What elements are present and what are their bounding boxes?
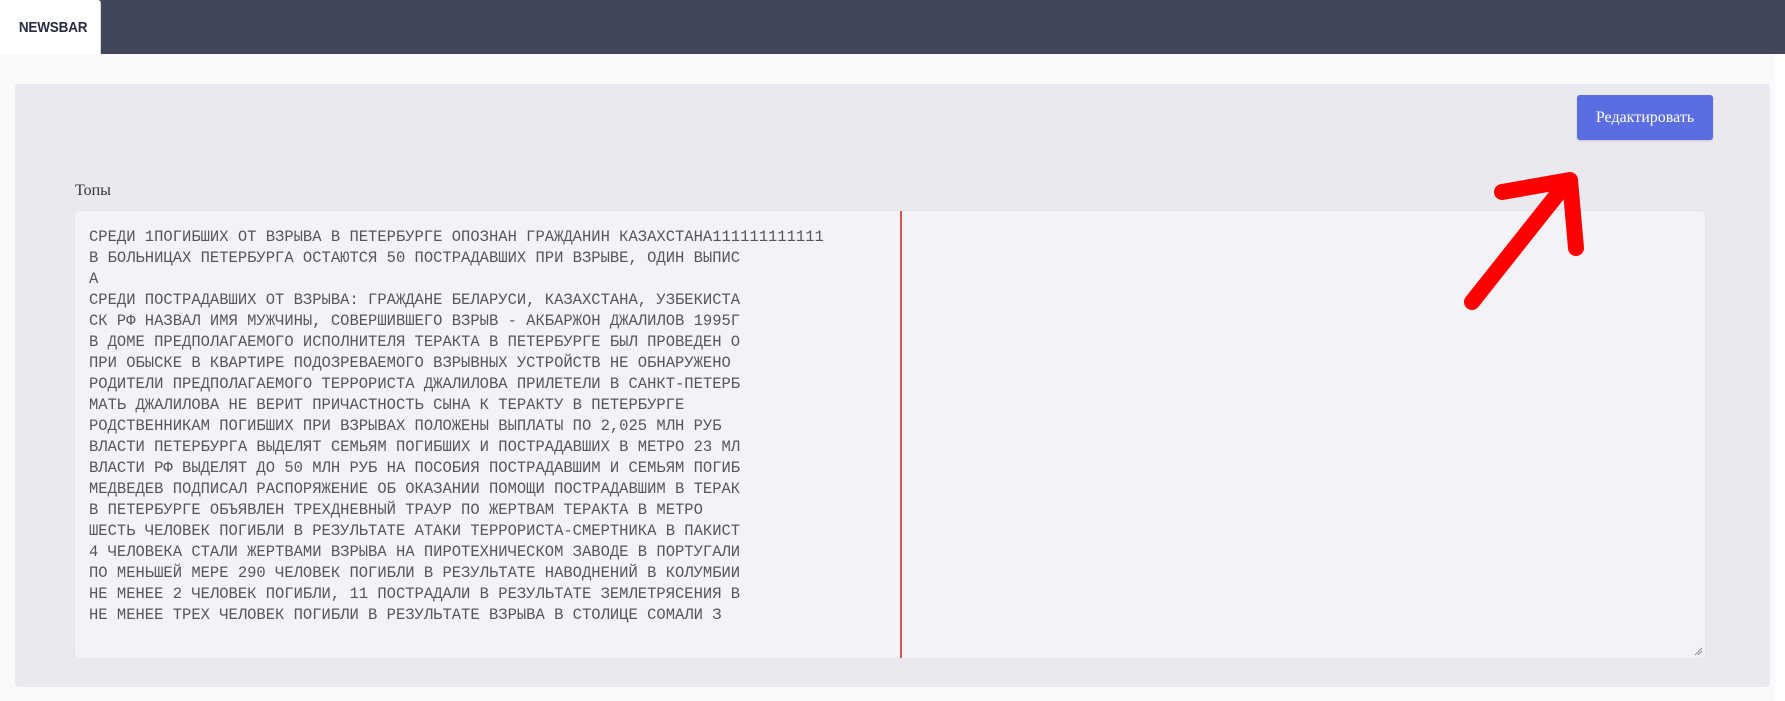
page-scrollbar[interactable] [1775, 54, 1785, 701]
tab-newsbar-label: NEWSBAR [18, 18, 88, 36]
textarea-line: СРЕДИ 1ПОГИБШИХ ОТ ВЗРЫВА В ПЕТЕРБУРГЕ О… [89, 228, 824, 246]
textarea-line: ШЕСТЬ ЧЕЛОВЕК ПОГИБЛИ В РЕЗУЛЬТАТЕ АТАКИ… [89, 522, 741, 540]
textarea-line: РОДИТЕЛИ ПРЕДПОЛАГАЕМОГО ТЕРРОРИСТА ДЖАЛ… [89, 375, 741, 393]
textarea-line: СК РФ НАЗВАЛ ИМЯ МУЖЧИНЫ, СОВЕРШИВШЕГО В… [89, 312, 741, 330]
red-arrow-icon [1464, 172, 1584, 310]
textarea-line: В ПЕТЕРБУРГЕ ОБЪЯВЛЕН ТРЕХДНЕВНЫЙ ТРАУР … [89, 501, 703, 519]
textarea-line: НЕ МЕНЕЕ ТРЕХ ЧЕЛОВЕК ПОГИБЛИ В РЕЗУЛЬТА… [89, 606, 722, 624]
edit-button[interactable]: Редактировать [1577, 95, 1713, 140]
textarea-line: НЕ МЕНЕЕ 2 ЧЕЛОВЕК ПОГИБЛИ, 11 ПОСТРАДАЛ… [89, 585, 741, 603]
textarea-line: ПО МЕНЬШЕЙ МЕРЕ 290 ЧЕЛОВЕК ПОГИБЛИ В РЕ… [89, 564, 741, 582]
tops-field-label: Топы [75, 182, 111, 199]
textarea-line: В ДОМЕ ПРЕДПОЛАГАЕМОГО ИСПОЛНИТЕЛЯ ТЕРАК… [89, 333, 741, 351]
textarea-line: МЕДВЕДЕВ ПОДПИСАЛ РАСПОРЯЖЕНИЕ ОБ ОКАЗАН… [89, 480, 741, 498]
resize-grip-icon[interactable] [1693, 646, 1703, 656]
textarea-line: 4 ЧЕЛОВЕКА СТАЛИ ЖЕРТВАМИ ВЗРЫВА НА ПИРО… [89, 543, 741, 561]
textarea-line: А [89, 270, 99, 288]
textarea-line: ВЛАСТИ ПЕТЕРБУРГА ВЫДЕЛЯТ СЕМЬЯМ ПОГИБШИ… [89, 438, 741, 456]
textarea-line: В БОЛЬНИЦАХ ПЕТЕРБУРГА ОСТАЮТСЯ 50 ПОСТР… [89, 249, 741, 267]
textarea-line: ПРИ ОБЫСКЕ В КВАРТИРЕ ПОДОЗРЕВАЕМОГО ВЗР… [89, 354, 731, 372]
textarea-line: СРЕДИ ПОСТРАДАВШИХ ОТ ВЗРЫВА: ГРАЖДАНЕ Б… [89, 291, 741, 309]
textarea-lines: СРЕДИ 1ПОГИБШИХ ОТ ВЗРЫВА В ПЕТЕРБУРГЕ О… [89, 227, 824, 626]
tab-newsbar[interactable]: NEWSBAR [0, 0, 101, 54]
print-margin-line [900, 211, 902, 658]
textarea-line: МАТЬ ДЖАЛИЛОВА НЕ ВЕРИТ ПРИЧАСТНОСТЬ СЫН… [89, 396, 685, 414]
top-navbar [0, 0, 1785, 54]
textarea-line: ВЛАСТИ РФ ВЫДЕЛЯТ ДО 50 МЛН РУБ НА ПОСОБ… [89, 459, 741, 477]
textarea-line: РОДСТВЕННИКАМ ПОГИБШИХ ПРИ ВЗРЫВАХ ПОЛОЖ… [89, 417, 722, 435]
